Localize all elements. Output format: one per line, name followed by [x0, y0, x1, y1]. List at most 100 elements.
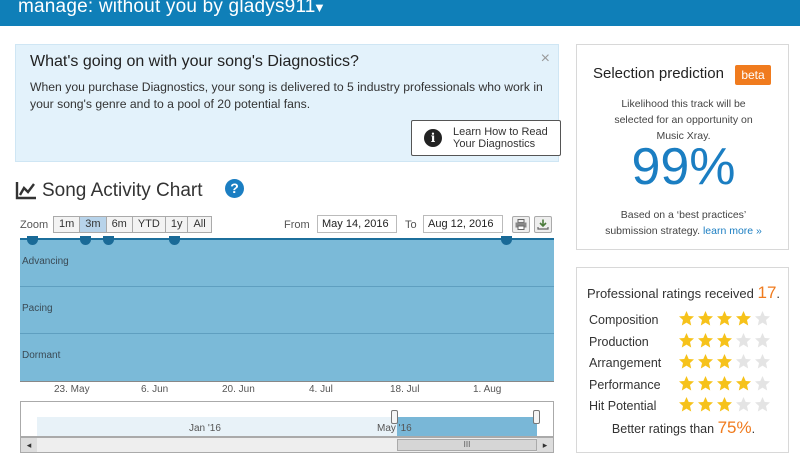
star-filled-icon	[679, 311, 694, 326]
print-icon	[515, 219, 527, 230]
star-filled-icon	[717, 332, 732, 347]
ratings-received-label: Professional ratings received	[586, 286, 754, 301]
from-date-input[interactable]: May 14, 2016	[317, 215, 397, 233]
x-tick-label: 18. Jul	[390, 384, 420, 395]
star-filled-icon	[679, 375, 694, 390]
print-button[interactable]	[512, 216, 530, 233]
diagnostics-heading: What's going on with your song's Diagnos…	[30, 53, 359, 70]
learn-more-link[interactable]: learn more »	[703, 225, 762, 237]
info-icon: i	[424, 129, 442, 147]
star-empty-icon	[736, 354, 751, 369]
selection-prediction-title: Selection prediction	[593, 65, 724, 82]
range-scrollbar[interactable]: ◂ III ▸	[20, 437, 554, 453]
rating-label: Performance	[589, 377, 661, 392]
star-filled-icon	[698, 397, 713, 412]
song-title-menu[interactable]: manage: without you by gladys911	[18, 0, 316, 18]
scroll-thumb[interactable]: III	[397, 439, 537, 451]
star-filled-icon	[679, 332, 694, 347]
x-axis: 23. May 6. Jun 20. Jun 4. Jul 18. Jul 1.…	[20, 381, 554, 395]
download-icon	[537, 219, 549, 230]
x-tick-label: 20. Jun	[222, 384, 255, 395]
ratings-received-count: 17	[757, 283, 777, 302]
learn-diagnostics-label: Learn How to Read Your Diagnostics	[453, 126, 548, 150]
to-date-input[interactable]: Aug 12, 2016	[423, 215, 503, 233]
star-filled-icon	[717, 375, 732, 390]
star-empty-icon	[755, 354, 770, 369]
download-button[interactable]	[534, 216, 552, 233]
zoom-button-1y[interactable]: 1y	[164, 216, 189, 233]
chevron-down-icon[interactable]: ▼	[313, 0, 326, 15]
diagnostics-description: When you purchase Diagnostics, your song…	[30, 80, 543, 111]
star-filled-icon	[679, 397, 694, 412]
star-filled-icon	[736, 375, 751, 390]
top-bar: manage: without you by gladys911 ▼	[0, 0, 800, 26]
rating-row: Performance	[589, 375, 784, 395]
rating-row: Composition	[589, 310, 784, 330]
better-ratings-text: Better ratings than 75%.	[577, 418, 790, 438]
x-tick-label: 4. Jul	[309, 384, 333, 395]
based-on-text: Based on a ‘best practices’ submission s…	[577, 207, 790, 239]
rating-row: Production	[589, 332, 784, 352]
navigator-label: May '16	[377, 423, 412, 434]
navigator-handle-right[interactable]	[533, 410, 540, 424]
scroll-right-arrow[interactable]: ▸	[537, 438, 553, 452]
better-ratings-suffix: .	[751, 422, 756, 436]
better-ratings-value: 75%	[717, 418, 752, 437]
star-filled-icon	[679, 354, 694, 369]
beta-badge: beta	[735, 65, 771, 85]
rating-label: Hit Potential	[589, 399, 657, 413]
activity-marker[interactable]	[27, 236, 38, 245]
rating-label: Production	[589, 334, 649, 349]
star-empty-icon	[755, 311, 770, 326]
activity-marker[interactable]	[501, 236, 512, 245]
activity-marker[interactable]	[80, 236, 91, 245]
band-divider	[20, 286, 554, 287]
star-empty-icon	[755, 375, 770, 390]
star-empty-icon	[736, 397, 751, 412]
star-filled-icon	[717, 354, 732, 369]
star-filled-icon	[698, 375, 713, 390]
star-empty-icon	[755, 397, 770, 412]
help-icon[interactable]: ?	[225, 179, 244, 198]
star-filled-icon	[698, 332, 713, 347]
zoom-buttons: 1m 3m 6m YTD 1y All	[53, 216, 212, 233]
rating-row: Hit Potential	[589, 396, 784, 416]
range-navigator[interactable]: Jan '16 May '16	[20, 401, 554, 437]
activity-marker[interactable]	[103, 236, 114, 245]
zoom-button-3m[interactable]: 3m	[79, 216, 107, 233]
zoom-button-1m[interactable]: 1m	[53, 216, 81, 233]
star-filled-icon	[698, 354, 713, 369]
line-chart-icon	[15, 182, 36, 200]
zoom-button-all[interactable]: All	[187, 216, 212, 233]
star-filled-icon	[717, 311, 732, 326]
x-tick-label: 23. May	[54, 384, 90, 395]
better-ratings-label: Better ratings than	[611, 422, 715, 436]
diagnostics-info-box: What's going on with your song's Diagnos…	[15, 44, 561, 162]
zoom-label: Zoom	[20, 219, 49, 231]
activity-marker[interactable]	[169, 236, 180, 245]
rating-label: Arrangement	[589, 356, 662, 370]
rating-label: Composition	[589, 313, 659, 327]
navigator-handle-left[interactable]	[391, 410, 398, 424]
rating-row: Arrangement	[589, 353, 784, 373]
activity-plot-area[interactable]: Advancing Pacing Dormant	[20, 236, 554, 381]
navigator-selection[interactable]	[397, 417, 537, 436]
selection-prediction-card: Selection prediction beta Likelihood thi…	[576, 44, 789, 250]
star-empty-icon	[755, 332, 770, 347]
band-label-pacing: Pacing	[22, 303, 53, 314]
chart-title: Song Activity Chart	[42, 180, 203, 201]
selection-percent: 99%	[631, 138, 736, 196]
learn-diagnostics-button[interactable]: i Learn How to Read Your Diagnostics	[411, 120, 561, 156]
ratings-received-heading: Professional ratings received 17.	[577, 283, 790, 303]
zoom-button-6m[interactable]: 6m	[105, 216, 133, 233]
star-empty-icon	[736, 332, 751, 347]
to-label: To	[405, 219, 417, 231]
x-tick-label: 1. Aug	[473, 384, 502, 395]
band-label-advancing: Advancing	[22, 256, 69, 267]
x-tick-label: 6. Jun	[141, 384, 169, 395]
scroll-left-arrow[interactable]: ◂	[21, 438, 37, 452]
zoom-button-ytd[interactable]: YTD	[131, 216, 166, 233]
star-filled-icon	[717, 397, 732, 412]
band-label-dormant: Dormant	[22, 350, 61, 361]
close-icon[interactable]: ×	[541, 50, 550, 68]
